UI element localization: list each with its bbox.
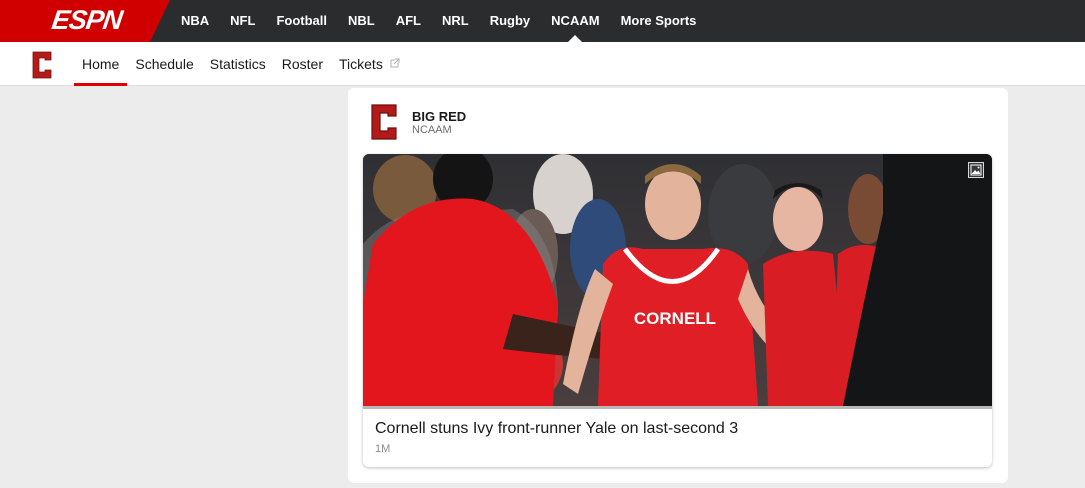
nav-item-more-sports[interactable]: More Sports [621, 0, 697, 42]
nav-item-afl[interactable]: AFL [396, 0, 421, 42]
tab-home[interactable]: Home [74, 42, 128, 86]
story-photo: CORNELL [363, 154, 992, 406]
espn-logo-text: ESPN [49, 5, 124, 35]
tab-roster-label: Roster [281, 56, 323, 72]
tab-roster[interactable]: Roster [274, 42, 331, 86]
nav-item-nba[interactable]: NBA [181, 0, 209, 42]
story-card[interactable]: CORNELL Cornell stuns Ivy front-runner Y… [363, 154, 992, 467]
tab-statistics-label: Statistics [209, 56, 266, 72]
tab-home-label: Home [82, 56, 120, 72]
tab-schedule[interactable]: Schedule [127, 42, 201, 86]
espn-logo[interactable]: ESPN [0, 0, 170, 42]
nav-item-football[interactable]: Football [276, 0, 327, 42]
cornell-c-logo[interactable] [30, 50, 54, 80]
team-nav: Home Schedule Statistics Roster Tickets [0, 42, 1085, 86]
nav-item-nbl[interactable]: NBL [348, 0, 375, 42]
external-link-icon [390, 58, 400, 68]
nav-item-nfl[interactable]: NFL [230, 0, 255, 42]
tab-tickets-label: Tickets [339, 56, 383, 72]
team-nav-items: Home Schedule Statistics Roster Tickets [74, 42, 408, 86]
photo-divider [363, 406, 992, 409]
story-headline[interactable]: Cornell stuns Ivy front-runner Yale on l… [375, 420, 738, 438]
team-name[interactable]: BIG RED [412, 109, 466, 124]
tab-schedule-label: Schedule [135, 56, 194, 72]
nav-item-ncaam[interactable]: NCAAM [551, 0, 600, 42]
jersey-text: CORNELL [634, 309, 716, 328]
nav-item-nrl[interactable]: NRL [442, 0, 469, 42]
sports-menu: NBA NFL Football NBL AFL NRL Rugby NCAAM… [181, 0, 717, 42]
top-nav: ESPN NBA NFL Football NBL AFL NRL Rugby … [0, 0, 1085, 42]
story-timestamp: 1M [375, 443, 391, 455]
tab-tickets[interactable]: Tickets [331, 42, 408, 86]
tab-statistics[interactable]: Statistics [202, 42, 274, 86]
image-icon[interactable] [968, 162, 984, 178]
team-news-card: BIG RED NCAAM CORNELL Cornell stuns Ivy … [348, 88, 1008, 483]
nav-item-rugby[interactable]: Rugby [490, 0, 530, 42]
team-league: NCAAM [412, 124, 452, 136]
team-logo[interactable] [368, 102, 400, 142]
